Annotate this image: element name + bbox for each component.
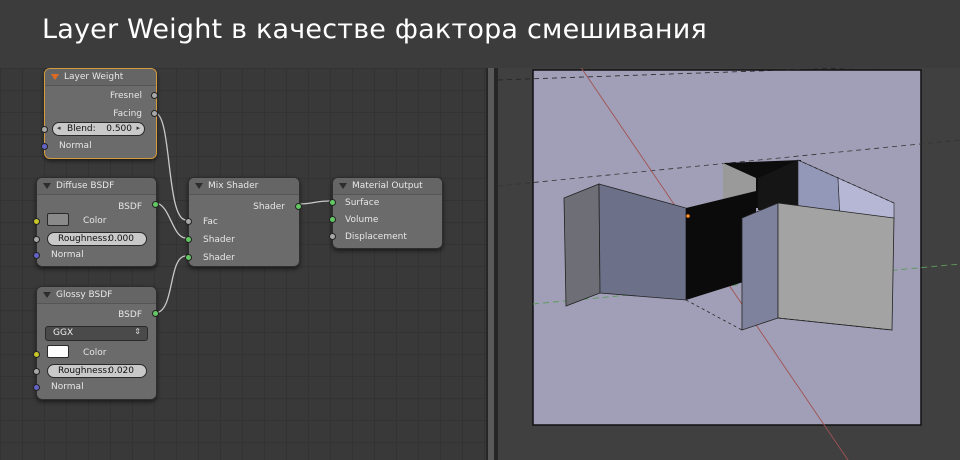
render-preview[interactable]: [498, 68, 960, 460]
blend-field[interactable]: ◂ Blend: 0.500 ▸: [52, 122, 145, 136]
material-output-header[interactable]: Material Output: [333, 178, 442, 195]
distribution-select[interactable]: GGX ⇕: [45, 326, 148, 341]
shader2-input-socket[interactable]: [185, 254, 192, 261]
fresnel-output-label: Fresnel: [110, 91, 142, 101]
shader-output-label: Shader: [253, 202, 285, 212]
blend-value: 0.500: [106, 124, 132, 134]
mesh-panel: [741, 202, 779, 331]
page-title: Layer Weight в качестве фактора смешиван…: [42, 14, 707, 45]
bsdf-output-label: BSDF: [118, 202, 142, 212]
collapse-triangle-icon[interactable]: [43, 292, 51, 298]
collapse-triangle-icon[interactable]: [195, 183, 203, 189]
displacement-label: Displacement: [345, 232, 407, 242]
blend-label: Blend:: [67, 124, 96, 134]
normal-input-socket[interactable]: [41, 143, 48, 150]
normal-label: Normal: [51, 382, 84, 392]
color-label: Color: [83, 348, 107, 358]
3d-viewport[interactable]: [498, 68, 960, 460]
color-swatch[interactable]: [47, 213, 69, 226]
material-output-node[interactable]: Material Output Surface Volume Displacem…: [329, 177, 443, 249]
roughness-value: 0.020: [108, 366, 134, 376]
roughness-label: Roughness:: [58, 234, 111, 244]
normal-label: Normal: [51, 250, 84, 260]
normal-input-socket[interactable]: [33, 384, 40, 391]
increment-arrow-icon[interactable]: ▸: [136, 124, 140, 132]
link-mix-to-surface: [297, 200, 331, 205]
surface-input-socket[interactable]: [329, 199, 336, 206]
node-title: Material Output: [352, 181, 423, 191]
color-label: Color: [83, 216, 107, 226]
shader1-input-socket[interactable]: [185, 236, 192, 243]
mesh-panel: [563, 183, 601, 307]
dropdown-arrows-icon: ⇕: [134, 327, 141, 336]
link-glossy-to-shader2: [154, 255, 187, 314]
decrement-arrow-icon[interactable]: ◂: [57, 124, 61, 132]
link-diffuse-to-shader1: [154, 202, 187, 239]
roughness-field[interactable]: Roughness: 0.020: [47, 364, 147, 378]
mix-shader-header[interactable]: Mix Shader: [189, 178, 299, 195]
title-banner: Layer Weight в качестве фактора смешиван…: [0, 0, 960, 68]
shader1-label: Shader: [203, 235, 235, 245]
node-title: Layer Weight: [64, 72, 124, 82]
area-splitter[interactable]: [486, 68, 498, 460]
color-input-socket[interactable]: [33, 218, 40, 225]
mesh-panel: [777, 202, 895, 331]
glossy-bsdf-node[interactable]: Glossy BSDF BSDF GGX ⇕ Color Roughness: …: [33, 286, 159, 400]
color-input-socket[interactable]: [33, 351, 40, 358]
shader-output-socket[interactable]: [295, 203, 302, 210]
diffuse-bsdf-node[interactable]: Diffuse BSDF BSDF Color Roughness: 0.000…: [33, 177, 159, 267]
facing-output-label: Facing: [113, 109, 142, 119]
node-title: Mix Shader: [208, 181, 259, 191]
bsdf-output-socket[interactable]: [152, 201, 159, 208]
distribution-value: GGX: [53, 328, 74, 338]
fac-label: Fac: [203, 217, 218, 227]
roughness-input-socket[interactable]: [33, 236, 40, 243]
facing-output-socket[interactable]: [151, 110, 158, 117]
collapse-triangle-icon[interactable]: [43, 183, 51, 189]
layer-weight-node[interactable]: Layer Weight Fresnel Facing ◂ Blend: 0.5…: [41, 68, 158, 159]
roughness-input-socket[interactable]: [33, 368, 40, 375]
roughness-field[interactable]: Roughness: 0.000: [47, 232, 147, 246]
mix-shader-node[interactable]: Mix Shader Shader Fac Shader Shader: [185, 177, 302, 267]
color-swatch[interactable]: [47, 345, 69, 358]
diffuse-header[interactable]: Diffuse BSDF: [37, 178, 156, 195]
layer-weight-header[interactable]: Layer Weight: [45, 69, 156, 86]
bsdf-output-label: BSDF: [118, 310, 142, 320]
collapse-triangle-icon[interactable]: [51, 74, 59, 80]
roughness-label: Roughness:: [58, 366, 111, 376]
node-title: Diffuse BSDF: [56, 181, 115, 191]
fresnel-output-socket[interactable]: [151, 92, 158, 99]
displacement-input-socket[interactable]: [329, 233, 336, 240]
node-title: Glossy BSDF: [56, 290, 113, 300]
collapse-triangle-icon[interactable]: [339, 183, 347, 189]
normal-input-socket[interactable]: [33, 252, 40, 259]
volume-input-socket[interactable]: [329, 216, 336, 223]
blend-input-socket[interactable]: [41, 126, 48, 133]
volume-label: Volume: [345, 215, 379, 225]
origin-point: [686, 214, 690, 218]
glossy-header[interactable]: Glossy BSDF: [37, 287, 156, 304]
surface-label: Surface: [345, 198, 380, 208]
normal-label: Normal: [59, 141, 92, 151]
roughness-value: 0.000: [108, 234, 134, 244]
bsdf-output-socket[interactable]: [152, 310, 159, 317]
shader2-label: Shader: [203, 253, 235, 263]
node-editor[interactable]: Layer Weight Fresnel Facing ◂ Blend: 0.5…: [0, 68, 486, 460]
fac-input-socket[interactable]: [185, 218, 192, 225]
